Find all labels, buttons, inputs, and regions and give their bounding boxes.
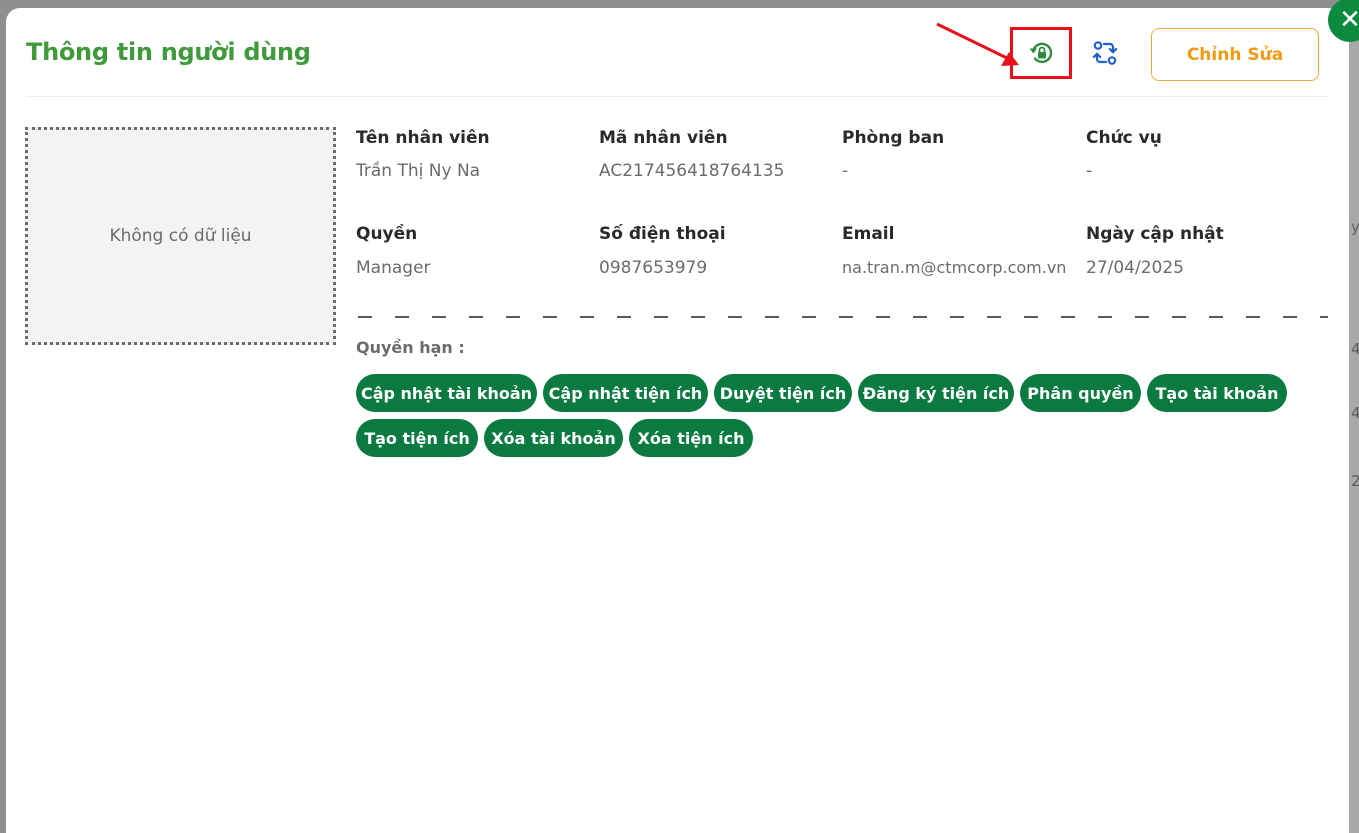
position-label: Chức vụ [1086,128,1162,148]
updated-date-label: Ngày cập nhật [1086,224,1224,244]
permission-chip: Xóa tài khoản [484,419,623,457]
employee-code-value: AC217456418764135 [599,161,785,181]
phone-label: Số điện thoại [599,224,726,244]
lock-reset-button[interactable] [1027,38,1057,68]
permission-chip: Phân quyền [1020,374,1141,412]
background-snippet: y [1351,218,1359,236]
sync-icon [1092,41,1118,65]
close-button[interactable]: ✕ [1328,0,1359,42]
department-label: Phòng ban [842,128,945,148]
avatar-placeholder: Không có dữ liệu [25,127,336,345]
role-label: Quyền [356,224,418,244]
edit-button[interactable]: Chỉnh Sửa [1151,28,1319,81]
permission-chip: Duyệt tiện ích [714,374,852,412]
avatar-empty-text: Không có dữ liệu [109,226,252,246]
section-divider [358,316,1328,318]
header-divider [26,96,1328,97]
lock-reset-icon [1029,42,1053,64]
permission-chip: Cập nhật tiện ích [543,374,708,412]
phone-value: 0987653979 [599,258,708,278]
modal-title: Thông tin người dùng [26,38,311,66]
role-value: Manager [356,258,431,278]
permissions-title: Quyền hạn : [356,338,465,357]
background-snippet: 4 [1351,404,1359,422]
permission-chip: Đăng ký tiện ích [858,374,1014,412]
email-value: na.tran.m@ctmcorp.com.vn [842,258,1067,277]
department-value: - [842,161,849,181]
updated-date-value: 27/04/2025 [1086,258,1184,278]
employee-code-label: Mã nhân viên [599,128,728,148]
name-value: Trần Thị Ny Na [356,161,481,181]
user-info-modal: Thông tin người dùng Chỉnh Sửa Không có … [6,0,1359,833]
permission-chip: Xóa tiện ích [629,419,753,457]
background-snippet: 4 [1351,340,1359,358]
permission-chip: Cập nhật tài khoản [356,374,537,412]
permission-chip: Tạo tiện ích [356,419,478,457]
position-value: - [1086,161,1093,181]
close-icon: ✕ [1339,5,1359,35]
name-label: Tên nhân viên [356,128,490,148]
background-strip: y 4 4 2, [1349,0,1359,833]
email-label: Email [842,224,895,244]
background-snippet: 2, [1351,472,1359,490]
sync-button[interactable] [1090,38,1120,68]
permission-chip: Tạo tài khoản [1147,374,1287,412]
